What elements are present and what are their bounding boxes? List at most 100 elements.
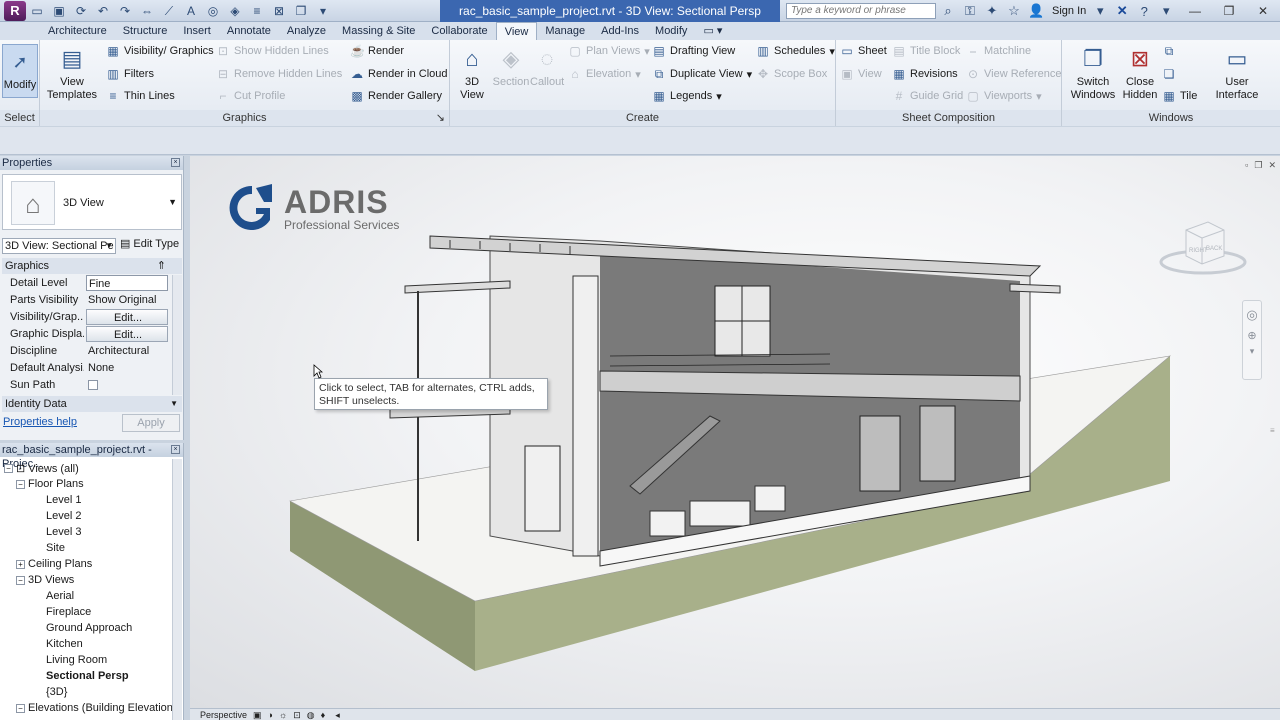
save-icon[interactable]: ▣ bbox=[50, 2, 68, 20]
render-in-cloud-button[interactable]: ☁ Render in Cloud bbox=[350, 67, 448, 81]
user-interface-button[interactable]: ▭ User Interface bbox=[1212, 44, 1262, 102]
remove-hidden-lines-button[interactable]: ⊟ Remove Hidden Lines bbox=[216, 67, 342, 81]
group-identity-data[interactable]: Identity Data ▼ bbox=[2, 396, 182, 412]
replicate-button[interactable]: ⧉ bbox=[1162, 44, 1176, 58]
thin-lines-icon[interactable]: ≡ bbox=[248, 2, 266, 20]
elevation-button[interactable]: ⌂ Elevation ▾ bbox=[568, 67, 640, 81]
graphic-display-edit-button[interactable]: Edit... bbox=[86, 326, 168, 342]
tree-item-3d[interactable]: {3D} bbox=[46, 686, 67, 698]
modify-button[interactable]: ➚ Modify bbox=[2, 44, 38, 98]
measure-icon[interactable]: ⇔ bbox=[138, 2, 156, 20]
switch-windows-icon[interactable]: ❐ bbox=[292, 2, 310, 20]
sheet-button[interactable]: ▭ Sheet bbox=[840, 44, 886, 58]
tree-item-living-room[interactable]: Living Room bbox=[46, 654, 107, 666]
tab-manage[interactable]: Manage bbox=[537, 22, 593, 40]
tab-structure[interactable]: Structure bbox=[115, 22, 176, 40]
detail-level-field[interactable]: Fine bbox=[86, 275, 168, 291]
matchline-button[interactable]: ⎯ Matchline bbox=[966, 44, 1031, 58]
render-button[interactable]: ☕ Render bbox=[350, 44, 404, 58]
close-icon[interactable]: × bbox=[171, 445, 180, 454]
edit-type-button[interactable]: ▤ Edit Type bbox=[120, 237, 179, 251]
tree-node-elevations[interactable]: − Elevations (Building Elevation bbox=[16, 702, 173, 714]
viewport-scroll-handle[interactable]: ≡ bbox=[1270, 426, 1278, 436]
revisions-button[interactable]: ▦ Revisions bbox=[892, 67, 957, 81]
tree-node-floor-plans[interactable]: − Floor Plans bbox=[16, 478, 84, 490]
tab-collaborate[interactable]: Collaborate bbox=[423, 22, 495, 40]
section-icon[interactable]: ◈ bbox=[226, 2, 244, 20]
undo-icon[interactable]: ↶ bbox=[94, 2, 112, 20]
default-3d-icon[interactable]: ◎ bbox=[204, 2, 222, 20]
sun-path-icon[interactable]: ☼ bbox=[279, 709, 287, 720]
type-selector[interactable]: ⌂ 3D View ▼ bbox=[2, 174, 182, 230]
apply-button[interactable]: Apply bbox=[122, 414, 180, 432]
tab-annotate[interactable]: Annotate bbox=[219, 22, 279, 40]
chevron-down-icon[interactable]: ▾ bbox=[1243, 346, 1261, 357]
visual-style-icon[interactable]: ▣ bbox=[253, 709, 262, 720]
crop-view-icon[interactable]: ⊡ bbox=[293, 709, 301, 720]
expand-icon[interactable]: + bbox=[16, 559, 25, 569]
drafting-view-button[interactable]: ▤ Drafting View bbox=[652, 44, 735, 58]
subscription-icon[interactable]: ⚿ bbox=[962, 3, 978, 19]
drawing-viewport[interactable]: ▫ ❐ ✕ ADRIS Professional Services RIGHT … bbox=[190, 156, 1280, 708]
section-button[interactable]: ◈ Section bbox=[492, 44, 530, 89]
render-gallery-button[interactable]: ▩ Render Gallery bbox=[350, 89, 442, 103]
shadows-icon[interactable]: ◑ bbox=[268, 709, 273, 720]
ribbon-minimize-toggle[interactable]: ▭ ▾ bbox=[695, 22, 730, 40]
switch-windows-button[interactable]: ❐ Switch Windows bbox=[1068, 44, 1118, 102]
tree-node-views-all[interactable]: − ⊡ Views (all) bbox=[4, 462, 79, 475]
temporary-hide-icon[interactable]: ◍ bbox=[307, 709, 315, 720]
group-graphics[interactable]: Graphics ⇑ bbox=[2, 258, 182, 274]
close-hidden-icon[interactable]: ⊠ bbox=[270, 2, 288, 20]
collapse-icon[interactable]: − bbox=[16, 575, 25, 585]
view-reference-button[interactable]: ⊙ View Reference bbox=[966, 67, 1061, 81]
chevron-down-icon[interactable]: ▾ bbox=[1158, 3, 1174, 19]
reveal-hidden-icon[interactable]: ♦ bbox=[321, 709, 326, 720]
tab-analyze[interactable]: Analyze bbox=[279, 22, 334, 40]
instance-filter-select[interactable]: 3D View: Sectional Pe ▼ bbox=[2, 238, 116, 254]
sun-path-checkbox[interactable] bbox=[88, 380, 98, 390]
tab-modify[interactable]: Modify bbox=[647, 22, 695, 40]
tree-item-kitchen[interactable]: Kitchen bbox=[46, 638, 83, 650]
view-templates-button[interactable]: ▤ View Templates bbox=[46, 44, 98, 102]
tree-node-ceiling-plans[interactable]: + Ceiling Plans bbox=[16, 558, 92, 570]
default-analysis-value[interactable]: None bbox=[86, 360, 168, 376]
panel-launcher-icon[interactable]: ↘ bbox=[436, 110, 445, 126]
favorites-icon[interactable]: ☆ bbox=[1006, 3, 1022, 19]
customize-qat-icon[interactable]: ▾ bbox=[314, 2, 332, 20]
tree-item-aerial[interactable]: Aerial bbox=[46, 590, 74, 602]
communication-icon[interactable]: ✦ bbox=[984, 3, 1000, 19]
filters-button[interactable]: ▥ Filters bbox=[106, 67, 154, 81]
properties-help-link[interactable]: Properties help bbox=[3, 416, 77, 428]
tree-item-level-3[interactable]: Level 3 bbox=[46, 526, 81, 538]
restore-button[interactable]: ❐ bbox=[1212, 0, 1246, 22]
chevron-left-icon[interactable]: ◂ bbox=[335, 709, 340, 720]
sync-icon[interactable]: ⟳ bbox=[72, 2, 90, 20]
tile-button[interactable]: ▦ Tile bbox=[1162, 89, 1197, 103]
dimension-icon[interactable]: ⟋ bbox=[160, 2, 178, 20]
tree-item-ground-approach[interactable]: Ground Approach bbox=[46, 622, 132, 634]
sign-in-link[interactable]: Sign In bbox=[1052, 5, 1086, 17]
text-icon[interactable]: A bbox=[182, 2, 200, 20]
tab-architecture[interactable]: Architecture bbox=[40, 22, 115, 40]
tab-massing-site[interactable]: Massing & Site bbox=[334, 22, 423, 40]
steering-wheel-icon[interactable]: ◎ bbox=[1243, 307, 1261, 323]
duplicate-view-button[interactable]: ⧉ Duplicate View ▾ bbox=[652, 67, 752, 81]
close-icon[interactable]: × bbox=[171, 158, 180, 167]
viewports-button[interactable]: ▢ Viewports ▾ bbox=[966, 89, 1041, 103]
search-input[interactable]: Type a keyword or phrase bbox=[786, 3, 936, 19]
app-menu-button[interactable]: R bbox=[4, 1, 26, 21]
user-icon[interactable]: 👤 bbox=[1028, 3, 1044, 19]
collapse-icon[interactable]: − bbox=[4, 464, 13, 473]
view-button[interactable]: ▣ View bbox=[840, 67, 881, 81]
show-hidden-lines-button[interactable]: ⊡ Show Hidden Lines bbox=[216, 44, 329, 58]
close-hidden-button[interactable]: ⊠ Close Hidden bbox=[1120, 44, 1160, 102]
view-mode-label[interactable]: Perspective bbox=[200, 709, 247, 720]
legends-button[interactable]: ▦ Legends ▾ bbox=[652, 89, 721, 103]
chevron-down-icon[interactable]: ▾ bbox=[1092, 3, 1108, 19]
minimize-button[interactable]: — bbox=[1178, 0, 1212, 22]
visibility-graphics-edit-button[interactable]: Edit... bbox=[86, 309, 168, 325]
tab-view[interactable]: View bbox=[495, 22, 538, 40]
cut-profile-button[interactable]: ⌐ Cut Profile bbox=[216, 89, 285, 103]
guide-grid-button[interactable]: # Guide Grid bbox=[892, 89, 964, 103]
callout-button[interactable]: ◌ Callout bbox=[530, 44, 564, 89]
